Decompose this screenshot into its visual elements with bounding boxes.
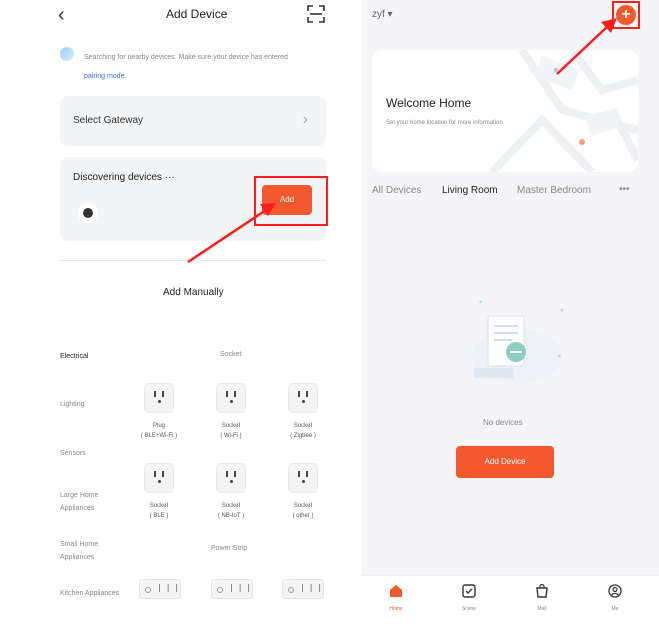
socket-wifi-tile[interactable] [216,383,246,413]
outlet-icon [296,390,310,404]
gateway-label: Select Gateway [73,115,144,126]
category-lighting[interactable]: Lighting [60,398,120,411]
socket-ble-tile[interactable] [144,463,174,493]
tile-label: Socket( Zigbee ) [290,423,316,439]
add-device-screen: ‹ Add Device Searching for nearby device… [0,0,360,639]
bluetooth-search-icon [60,47,74,61]
outlet-icon [224,470,238,484]
tile-label: Socket( other ) [292,503,314,519]
welcome-subtitle: Set your home location for more informat… [386,120,503,126]
outlet-icon [296,470,310,484]
welcome-title: Welcome Home [386,96,472,110]
category-small-home-appliances[interactable]: Small Home Appliances [60,538,120,564]
add-manually-title: Add Manually [163,287,224,298]
scan-icon[interactable] [307,5,325,23]
tab-all-devices[interactable]: All Devices [372,185,421,196]
page-title: Add Device [166,7,228,21]
discovered-device-icon [78,203,98,223]
more-tabs-icon[interactable]: ••• [619,184,630,195]
tile-label: Plug( BLE+Wi-Fi ) [140,423,178,439]
tabbar-home[interactable]: Home [381,584,411,612]
empty-document-icon: ✦ ✦ [472,299,564,384]
chevron-right-icon: › [302,111,308,128]
category-sensors[interactable]: Sensors [60,447,120,460]
scene-icon [462,584,476,598]
group-title-power-strip: Power Strip [211,545,248,552]
add-button-highlight [254,176,328,226]
power-strip-tile[interactable] [282,579,325,599]
socket-zigbee-tile[interactable] [288,383,318,413]
svg-text:✦: ✦ [478,299,483,306]
no-devices-text: No devices [483,418,523,427]
home-switcher[interactable]: zyf ▾ [372,9,393,20]
outlet-icon [224,390,238,404]
tile-label: Socket( Wi-Fi ) [220,423,242,439]
home-icon [390,585,402,597]
tabbar-me[interactable]: Me [600,584,630,612]
add-device-button[interactable]: Add Device [456,446,554,478]
map-background [372,50,638,172]
search-hint: Searching for nearby devices. Make sure … [84,48,334,86]
divider [60,260,326,261]
power-strip-tile[interactable] [211,579,254,599]
tabbar-mall[interactable]: Mall [527,583,557,612]
tab-master-bedroom[interactable]: Master Bedroom [517,185,591,196]
category-large-home-appliances[interactable]: Large Home Appliances [60,489,120,515]
pairing-mode-link[interactable]: pairing mode. [84,73,126,80]
socket-other-tile[interactable] [288,463,318,493]
tabbar-label: Home [389,606,403,612]
plug-ble-wifi-tile[interactable] [144,383,174,413]
tabbar-label: Me [611,606,619,612]
outlet-icon [152,390,166,404]
bag-icon [536,583,548,598]
select-gateway-row[interactable]: Select Gateway › [60,96,326,146]
group-title-socket: Socket [220,351,242,358]
tabbar-scene[interactable]: Scene [454,584,484,612]
tabbar-label: Scene [461,606,477,612]
category-electrical[interactable]: Electrical [60,350,120,363]
tile-label: Socket( NB-IoT ) [217,503,245,519]
home-screen: zyf ▾ + Welcome Home Set your home locat… [362,0,659,639]
power-strip-tile[interactable] [139,579,182,599]
plus-button-highlight [612,1,640,29]
back-icon[interactable]: ‹ [58,4,65,27]
tabbar-label: Mall [537,606,547,612]
tab-living-room[interactable]: Living Room [442,185,498,196]
user-icon [608,584,622,598]
bottom-tab-bar: Home Scene Mall Me [362,575,659,639]
socket-nbiot-tile[interactable] [216,463,246,493]
category-kitchen-appliances[interactable]: Kitchen Appliances [60,587,120,600]
tile-label: Socket( BLE ) [149,503,169,519]
hint-text: Searching for nearby devices. Make sure … [84,54,288,61]
outlet-icon [152,470,166,484]
discovering-label: Discovering devices ··· [73,172,175,183]
welcome-card[interactable]: Welcome Home Set your home location for … [372,50,638,172]
svg-text:✦: ✦ [557,353,562,360]
